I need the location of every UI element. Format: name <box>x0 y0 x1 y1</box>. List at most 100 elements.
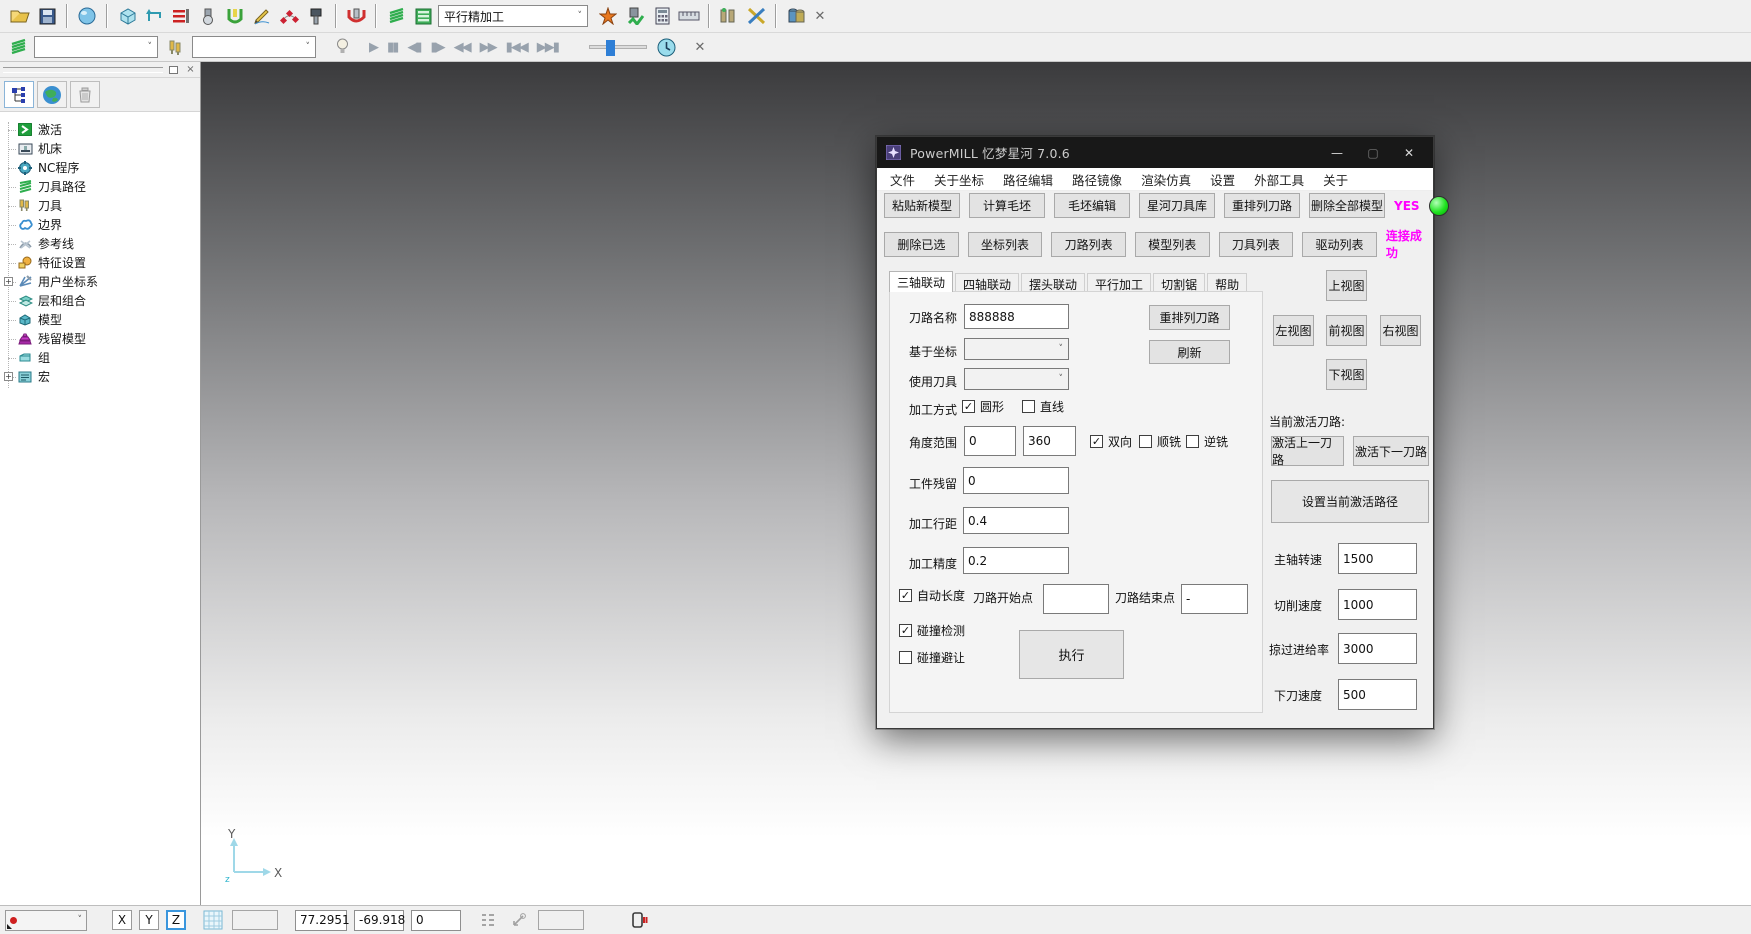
swap-tools-icon[interactable] <box>744 4 768 28</box>
tree-item-activate[interactable]: 激活 <box>0 120 200 139</box>
menu-coords[interactable]: 关于坐标 <box>934 170 984 189</box>
plunge-feed-input[interactable] <box>1338 679 1417 710</box>
tree-item-macros[interactable]: + 宏 <box>0 367 200 386</box>
flute-tool-icon[interactable] <box>596 4 620 28</box>
activate-prev-button[interactable]: 激活上一刀路 <box>1271 436 1344 466</box>
view-top-button[interactable]: 上视图 <box>1326 270 1367 301</box>
menu-settings[interactable]: 设置 <box>1210 170 1235 189</box>
play-icon[interactable]: ▶ <box>364 40 382 55</box>
view-right-button[interactable]: 右视图 <box>1380 315 1421 346</box>
close-button[interactable]: ✕ <box>1402 146 1416 160</box>
measure-icon[interactable] <box>677 4 701 28</box>
dir-climb-checkbox[interactable]: 顺铣 <box>1139 433 1181 450</box>
pattern-points-icon[interactable] <box>277 4 301 28</box>
menu-render-sim[interactable]: 渲染仿真 <box>1141 170 1191 189</box>
spindle-speed-input[interactable] <box>1338 543 1417 574</box>
minimize-button[interactable]: — <box>1330 146 1344 160</box>
menu-external-tools[interactable]: 外部工具 <box>1254 170 1304 189</box>
checkbox-icon[interactable] <box>899 651 912 664</box>
menu-path-mirror[interactable]: 路径镜像 <box>1072 170 1122 189</box>
point-mode-select[interactable]: ˅ <box>5 910 87 931</box>
sim-tool-select[interactable]: ˅ <box>192 36 316 58</box>
calc-stock-button[interactable]: 计算毛坯 <box>969 193 1045 218</box>
rewind-icon[interactable]: ◀◀ <box>449 40 475 55</box>
toolpath-return-icon[interactable] <box>142 4 166 28</box>
recycle-tab[interactable] <box>70 81 100 108</box>
edit-toolpath-icon[interactable] <box>250 4 274 28</box>
save-icon[interactable] <box>35 4 59 28</box>
skim-feed-input[interactable] <box>1338 633 1417 664</box>
slider-handle[interactable] <box>606 40 615 56</box>
maximize-button[interactable]: ▢ <box>1366 146 1380 160</box>
base-coord-select[interactable]: ˅ <box>964 338 1069 360</box>
axis-x-button[interactable]: X <box>112 910 132 930</box>
tree-item-tools[interactable]: 刀具 <box>0 196 200 215</box>
view-front-button[interactable]: 前视图 <box>1326 315 1367 346</box>
step-back-icon[interactable]: ◀▮ <box>402 40 425 55</box>
grid-snap-icon[interactable] <box>201 908 225 932</box>
tool-library-button[interactable]: 星河刀具库 <box>1139 193 1215 218</box>
checkbox-checked-icon[interactable]: ✓ <box>899 589 912 602</box>
coord-x-field[interactable]: 77.2951 <box>295 910 347 931</box>
tree-item-models[interactable]: 模型 <box>0 310 200 329</box>
angle-to-input[interactable] <box>1023 426 1076 456</box>
model-tree-tab[interactable] <box>4 81 34 108</box>
collision-check-checkbox[interactable]: ✓ 碰撞检测 <box>899 622 965 639</box>
tree-item-groups[interactable]: 组 <box>0 348 200 367</box>
z-levels-icon[interactable] <box>169 4 193 28</box>
collision-check-icon[interactable] <box>344 4 368 28</box>
lightbulb-icon[interactable] <box>330 35 354 59</box>
holder-profile-icon[interactable] <box>223 4 247 28</box>
drive-list-button[interactable]: 驱动列表 <box>1302 232 1377 257</box>
mode-line-checkbox[interactable]: 直线 <box>1022 398 1064 415</box>
close-toolbar-icon[interactable]: ✕ <box>691 40 709 55</box>
set-active-path-button[interactable]: 设置当前激活路径 <box>1271 480 1429 523</box>
toolpath-name-input[interactable] <box>964 304 1069 329</box>
end-point-input[interactable] <box>1181 584 1248 614</box>
tree-item-feature-sets[interactable]: 特征设置 <box>0 253 200 272</box>
checkbox-icon[interactable] <box>1022 400 1035 413</box>
suspend-icon[interactable] <box>627 908 651 932</box>
dialog-titlebar[interactable]: PowerMILL 忆梦星河 7.0.6 — ▢ ✕ <box>877 137 1433 168</box>
dir-conventional-checkbox[interactable]: 逆铣 <box>1186 433 1228 450</box>
close-toolbar-icon[interactable]: ✕ <box>811 9 829 24</box>
go-end-icon[interactable]: ▶▶▮ <box>532 40 563 55</box>
view-bottom-button[interactable]: 下视图 <box>1326 359 1367 390</box>
tree-item-toolpaths[interactable]: 刀具路径 <box>0 177 200 196</box>
execute-button[interactable]: 执行 <box>1019 630 1124 679</box>
close-panel-icon[interactable]: × <box>184 64 197 76</box>
coord-list-button[interactable]: 坐标列表 <box>968 232 1043 257</box>
tool-holder-icon[interactable] <box>304 4 328 28</box>
tab-4axis[interactable]: 四轴联动 <box>955 273 1019 292</box>
checkbox-icon[interactable] <box>1139 435 1152 448</box>
tab-tilt-head[interactable]: 摆头联动 <box>1021 273 1085 292</box>
globe-tab[interactable] <box>37 81 67 108</box>
sim-speed-slider[interactable] <box>589 45 647 49</box>
dir-both-checkbox[interactable]: ✓ 双向 <box>1090 433 1132 450</box>
activate-next-button[interactable]: 激活下一刀路 <box>1353 436 1429 466</box>
tab-help[interactable]: 帮助 <box>1207 273 1247 292</box>
collision-avoid-checkbox[interactable]: 碰撞避让 <box>899 649 965 666</box>
tree-item-boundaries[interactable]: 边界 <box>0 215 200 234</box>
panel-grip[interactable] <box>3 67 163 73</box>
expand-icon[interactable]: + <box>4 277 13 286</box>
fast-forward-icon[interactable]: ▶▶ <box>475 40 501 55</box>
cutting-feed-input[interactable] <box>1338 589 1417 620</box>
delete-selected-button[interactable]: 删除已选 <box>884 232 959 257</box>
block-icon[interactable] <box>115 4 139 28</box>
rearrange-toolpaths-button[interactable]: 重排列刀路 <box>1224 193 1300 218</box>
move-origin-icon[interactable] <box>507 908 531 932</box>
calculator-icon[interactable] <box>650 4 674 28</box>
paste-model-button[interactable]: 粘贴新模型 <box>884 193 960 218</box>
float-panel-icon[interactable] <box>167 64 180 76</box>
tab-3axis[interactable]: 三轴联动 <box>889 271 953 292</box>
coord-z-field[interactable]: 0 <box>411 910 461 931</box>
rearrange-button[interactable]: 重排列刀路 <box>1149 305 1230 330</box>
strategy-list-icon[interactable] <box>411 4 435 28</box>
clock-icon[interactable] <box>655 35 679 59</box>
view-left-button[interactable]: 左视图 <box>1273 315 1314 346</box>
strategy-preset-select[interactable]: 平行精加工 ˅ <box>438 5 588 27</box>
grid-size-input[interactable] <box>232 910 278 930</box>
tree-item-nc-program[interactable]: NC程序 <box>0 158 200 177</box>
menu-path-edit[interactable]: 路径编辑 <box>1003 170 1053 189</box>
